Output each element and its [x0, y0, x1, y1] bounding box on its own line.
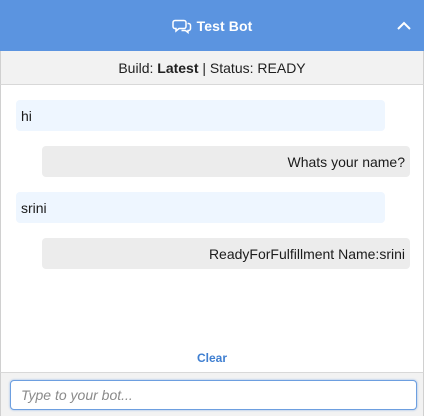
clear-button[interactable]: Clear [0, 351, 424, 365]
build-value: Latest [157, 59, 199, 76]
bot-message: Whats your name? [42, 146, 410, 177]
message-input[interactable] [10, 380, 417, 410]
status-separator: | [202, 59, 207, 76]
chat-header[interactable]: Test Bot [0, 0, 424, 51]
message-text: hi [21, 107, 32, 124]
message-text: srini [21, 199, 47, 216]
status-label: Status: [209, 59, 254, 76]
status-value: READY [257, 59, 306, 76]
user-message: srini [16, 192, 385, 223]
status-bar: Build: Latest | Status: READY [0, 51, 424, 85]
input-bar [0, 372, 424, 416]
chat-bubbles-icon [171, 19, 191, 34]
chevron-up-icon [397, 21, 411, 30]
user-message: hi [16, 100, 385, 131]
bot-message: ReadyForFulfillment Name:srini [42, 238, 410, 269]
header-title: Test Bot [196, 17, 253, 34]
conversation-panel: hi Whats your name? srini ReadyForFulfil… [0, 85, 424, 372]
build-label: Build: [118, 59, 154, 76]
collapse-button[interactable] [394, 16, 414, 36]
message-text: Whats your name? [287, 153, 406, 170]
header-title-group: Test Bot [171, 17, 253, 34]
message-text: ReadyForFulfillment Name:srini [208, 245, 405, 262]
